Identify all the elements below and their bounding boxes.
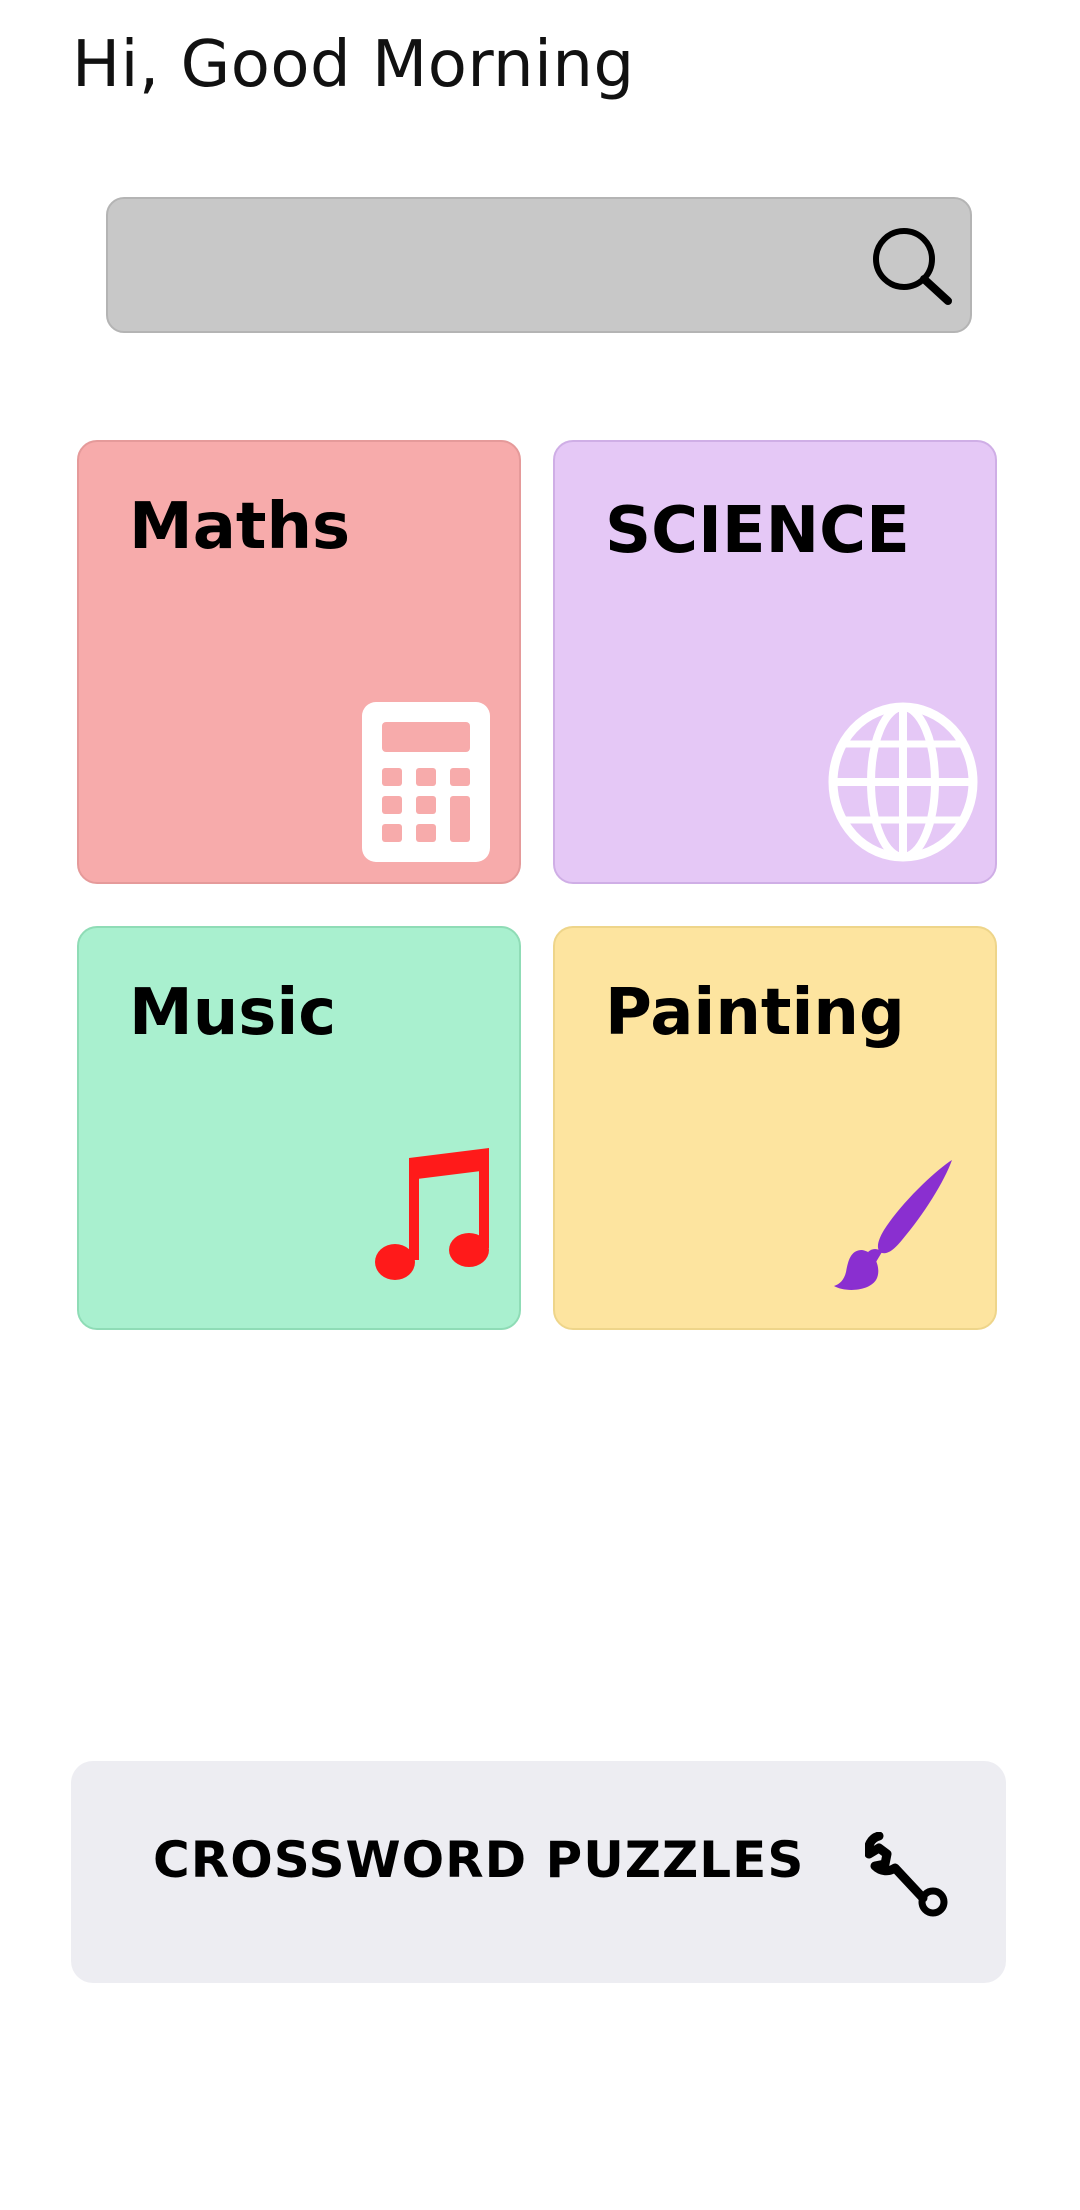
music-note-icon (373, 1148, 497, 1284)
category-title-music: Music (129, 976, 337, 1050)
category-title-science: SCIENCE (605, 494, 910, 568)
category-card-maths[interactable]: Maths (77, 440, 521, 884)
category-card-painting[interactable]: Painting (553, 926, 997, 1330)
calculator-icon (362, 702, 490, 862)
paintbrush-icon (832, 1158, 958, 1292)
category-title-painting: Painting (605, 976, 905, 1050)
crossword-puzzles-label: CROSSWORD PUZZLES (153, 1831, 805, 1889)
greeting-title: Hi, Good Morning (72, 28, 635, 102)
search-icon (873, 228, 952, 305)
search-button[interactable] (868, 223, 956, 311)
wrench-icon (865, 1832, 951, 1918)
globe-icon (828, 702, 978, 862)
crossword-puzzles-button[interactable]: CROSSWORD PUZZLES (71, 1761, 1006, 1983)
search-input[interactable] (132, 219, 836, 313)
category-title-maths: Maths (129, 490, 351, 564)
category-card-science[interactable]: SCIENCE (553, 440, 997, 884)
search-bar[interactable] (106, 197, 972, 333)
category-card-music[interactable]: Music (77, 926, 521, 1330)
